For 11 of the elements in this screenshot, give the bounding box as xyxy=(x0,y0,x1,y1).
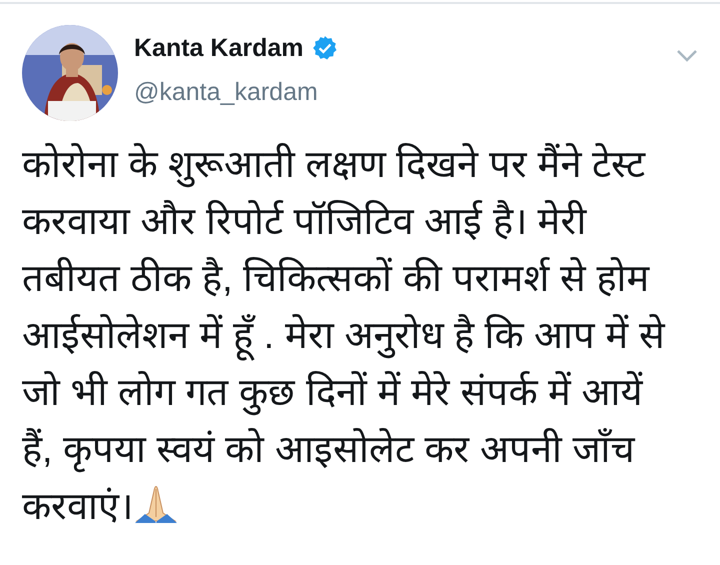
tweet-text: तबीयत ठीक है, चिकित्सकों की परामर्श से होम xyxy=(22,256,651,302)
tweet-text: करवाया और रिपोर्ट पॉजिटिव आई है। मेरी xyxy=(22,199,588,245)
folded-hands-icon xyxy=(133,483,179,523)
tweet-text: हैं, कृपया स्वयं को आइसोलेट कर अपनी जाँच xyxy=(22,427,636,474)
tweet-text: जो भी लोग गत कुछ दिनों में मेरे संपर्क में आयें xyxy=(22,370,644,418)
user-name[interactable]: Kanta Kardam xyxy=(134,33,304,63)
tweet-text: कोरोना के शुरूआती लक्षण दिखने पर मैंने टेस्ट xyxy=(22,142,647,190)
user-handle[interactable]: @kanta_kardam xyxy=(134,77,676,107)
tweet-text: आईसोलेशन में हूँ . मेरा अनुरोध है कि आप में से xyxy=(22,308,710,365)
chevron-down-icon[interactable] xyxy=(676,49,698,63)
tweet-text: करवाएं। xyxy=(22,486,133,528)
